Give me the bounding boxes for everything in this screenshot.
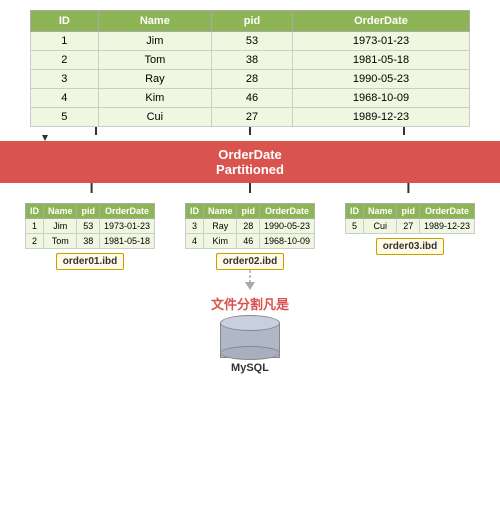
cylinder-bottom-ellipse	[220, 346, 280, 360]
table-cell: Tom	[98, 51, 211, 70]
col-header-pid: pid	[212, 11, 293, 32]
sub-col-header: pid	[237, 204, 260, 219]
table-cell: 1989-12-23	[292, 108, 469, 127]
to-mysql-arrow-svg	[220, 270, 280, 290]
sub-table-cell: 1968-10-09	[259, 234, 314, 249]
sub-col-header: Name	[363, 204, 397, 219]
col-header-name: Name	[98, 11, 211, 32]
table-cell: 5	[31, 108, 99, 127]
mysql-section: MySQL	[0, 315, 500, 374]
table-cell: 38	[212, 51, 293, 70]
mysql-label: MySQL	[231, 362, 269, 374]
sub-table-container-order02: IDNamepidOrderDate3Ray281990-05-234Kim46…	[185, 203, 315, 270]
file-label-order01: order01.ibd	[56, 253, 124, 270]
sub-col-header: Name	[203, 204, 237, 219]
cylinder-top	[220, 315, 280, 331]
table-cell: 1	[31, 32, 99, 51]
sub-table-cell: 5	[345, 219, 363, 234]
sub-table-order02: IDNamepidOrderDate3Ray281990-05-234Kim46…	[185, 203, 315, 249]
table-cell: Kim	[98, 89, 211, 108]
main-table: ID Name pid OrderDate 1Jim531973-01-232T…	[30, 10, 470, 127]
sub-table-row: 4Kim461968-10-09	[185, 234, 314, 249]
table-cell: 1990-05-23	[292, 70, 469, 89]
sub-col-header: pid	[77, 204, 100, 219]
partition-banner-text-line1: OrderDate	[218, 147, 282, 162]
table-cell: 3	[31, 70, 99, 89]
table-row: 2Tom381981-05-18	[31, 51, 470, 70]
sub-table-cell: 38	[77, 234, 100, 249]
top-arrows-svg	[30, 127, 470, 141]
table-row: 1Jim531973-01-23	[31, 32, 470, 51]
sub-table-cell: 1973-01-23	[99, 219, 154, 234]
sub-table-cell: Kim	[203, 234, 237, 249]
sub-table-order01: IDNamepidOrderDate1Jim531973-01-232Tom38…	[25, 203, 155, 249]
table-cell: 1968-10-09	[292, 89, 469, 108]
sub-col-header: ID	[25, 204, 43, 219]
table-cell: 1973-01-23	[292, 32, 469, 51]
sub-table-cell: 27	[397, 219, 420, 234]
mysql-cylinder	[220, 315, 280, 360]
bottom-arrows-svg	[10, 183, 490, 201]
sub-table-cell: Jim	[43, 219, 77, 234]
table-cell: 2	[31, 51, 99, 70]
sub-table-header-row: IDNamepidOrderDate	[25, 204, 154, 219]
sub-table-cell: 1989-12-23	[419, 219, 474, 234]
table-cell: 1981-05-18	[292, 51, 469, 70]
table-cell: 27	[212, 108, 293, 127]
sub-col-header: ID	[345, 204, 363, 219]
sub-col-header: Name	[43, 204, 77, 219]
sub-table-row: 5Cui271989-12-23	[345, 219, 474, 234]
table-cell: 53	[212, 32, 293, 51]
file-label-order03: order03.ibd	[376, 238, 444, 255]
sub-table-order03: IDNamepidOrderDate5Cui271989-12-23	[345, 203, 475, 234]
col-header-id: ID	[31, 11, 99, 32]
main-table-section: ID Name pid OrderDate 1Jim531973-01-232T…	[0, 0, 500, 127]
sub-table-cell: 1990-05-23	[259, 219, 314, 234]
sub-col-header: ID	[185, 204, 203, 219]
sub-tables-row: IDNamepidOrderDate1Jim531973-01-232Tom38…	[0, 203, 500, 270]
table-cell: 4	[31, 89, 99, 108]
sub-col-header: OrderDate	[419, 204, 474, 219]
table-cell: Ray	[98, 70, 211, 89]
main-table-header-row: ID Name pid OrderDate	[31, 11, 470, 32]
sub-col-header: OrderDate	[259, 204, 314, 219]
sub-table-container-order01: IDNamepidOrderDate1Jim531973-01-232Tom38…	[25, 203, 155, 270]
sub-table-cell: Cui	[363, 219, 397, 234]
sub-table-cell: Tom	[43, 234, 77, 249]
sub-table-cell: 46	[237, 234, 260, 249]
table-cell: 46	[212, 89, 293, 108]
sub-table-header-row: IDNamepidOrderDate	[345, 204, 474, 219]
sub-table-cell: 28	[237, 219, 260, 234]
bottom-arrows-area	[10, 183, 490, 201]
sub-table-cell: 4	[185, 234, 203, 249]
sub-table-container-order03: IDNamepidOrderDate5Cui271989-12-23order0…	[345, 203, 475, 270]
sub-table-row: 3Ray281990-05-23	[185, 219, 314, 234]
sub-table-cell: 53	[77, 219, 100, 234]
to-mysql-arrow-area	[0, 270, 500, 290]
partition-banner-text-line2: Partitioned	[216, 162, 284, 177]
table-row: 5Cui271989-12-23	[31, 108, 470, 127]
file-label-order02: order02.ibd	[216, 253, 284, 270]
table-cell: 28	[212, 70, 293, 89]
sub-table-header-row: IDNamepidOrderDate	[185, 204, 314, 219]
page-layout: ID Name pid OrderDate 1Jim531973-01-232T…	[0, 0, 500, 374]
table-cell: Jim	[98, 32, 211, 51]
sub-col-header: OrderDate	[99, 204, 154, 219]
sub-table-cell: 1981-05-18	[99, 234, 154, 249]
sub-table-cell: 1	[25, 219, 43, 234]
table-row: 4Kim461968-10-09	[31, 89, 470, 108]
sub-table-cell: Ray	[203, 219, 237, 234]
col-header-orderdate: OrderDate	[292, 11, 469, 32]
top-arrows-area	[30, 127, 470, 141]
sub-table-cell: 3	[185, 219, 203, 234]
sub-table-row: 2Tom381981-05-18	[25, 234, 154, 249]
chinese-text: 文件分割凡是	[0, 294, 500, 313]
partition-banner: OrderDate Partitioned	[0, 141, 500, 183]
sub-table-cell: 2	[25, 234, 43, 249]
sub-col-header: pid	[397, 204, 420, 219]
sub-table-row: 1Jim531973-01-23	[25, 219, 154, 234]
table-cell: Cui	[98, 108, 211, 127]
table-row: 3Ray281990-05-23	[31, 70, 470, 89]
